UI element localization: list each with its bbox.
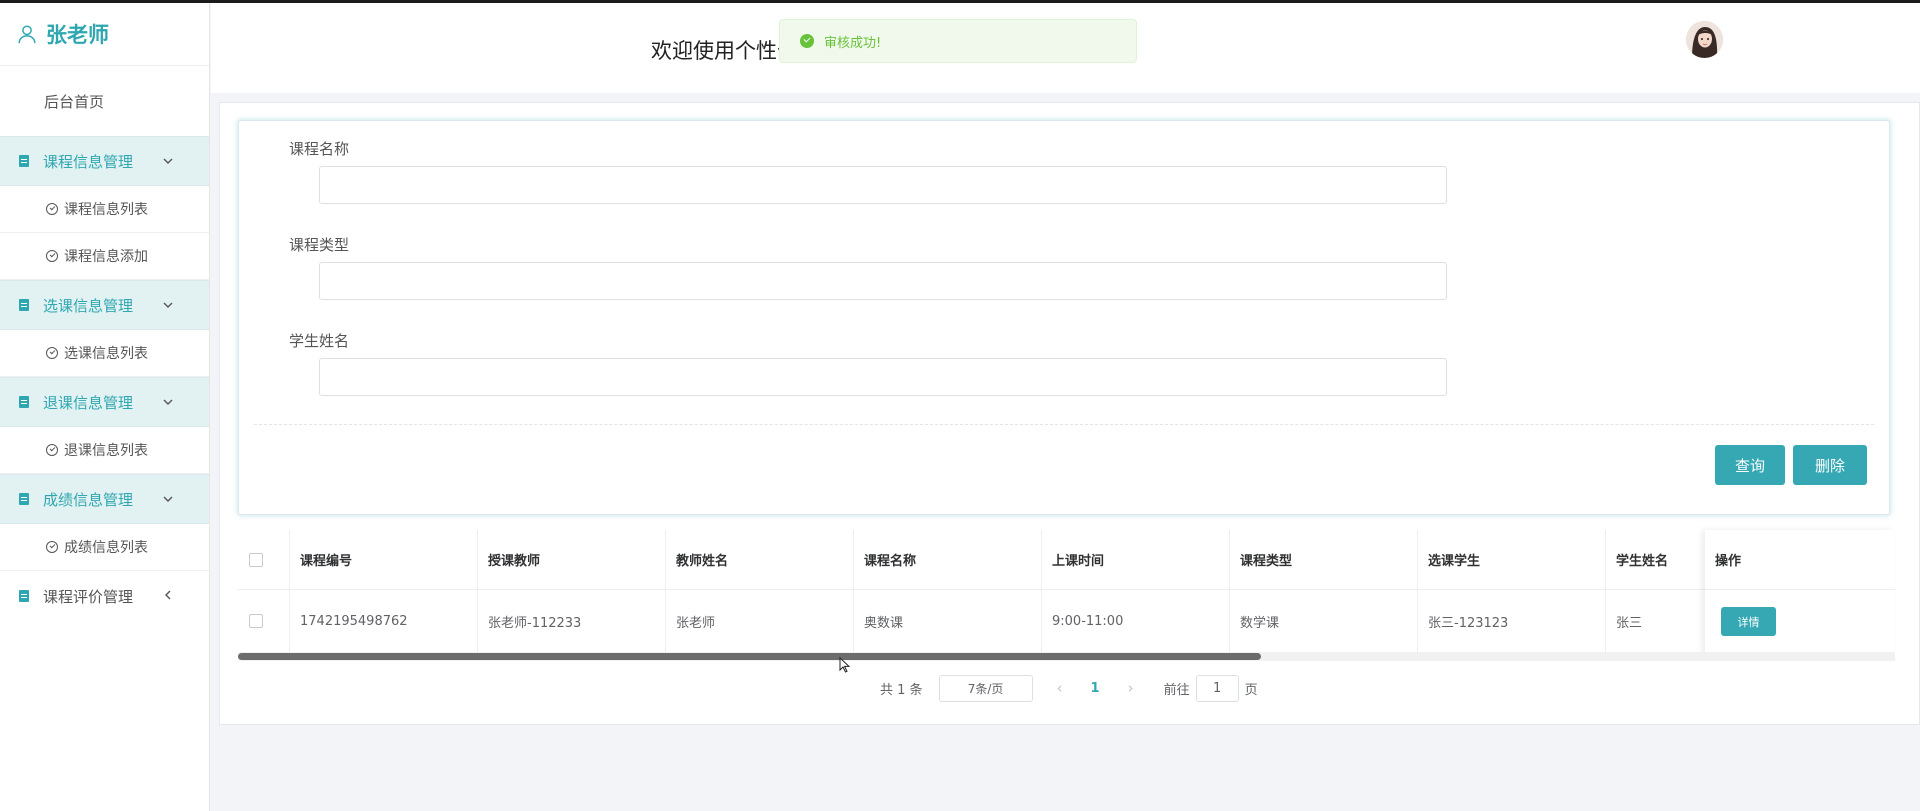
form-divider: [254, 424, 1874, 425]
prev-page-icon[interactable]: ‹: [1057, 679, 1063, 697]
horizontal-scrollbar[interactable]: [238, 652, 1895, 661]
sidebar-brand: 张老师: [0, 3, 209, 66]
table-header: 课程编号 授课教师 教师姓名 课程名称 上课时间 课程类型 选课学生 学生姓名: [238, 530, 1895, 590]
avatar[interactable]: [1686, 21, 1723, 58]
document-icon: [19, 155, 29, 167]
window-top-border: [0, 0, 1920, 3]
search-form: 课程名称 课程类型 学生姓名 查询 删除: [238, 120, 1890, 515]
column-header[interactable]: 授课教师: [478, 530, 666, 589]
sidebar-item-label: 课程信息添加: [64, 249, 148, 265]
course-type-input[interactable]: [319, 262, 1447, 300]
data-table: 课程编号 授课教师 教师姓名 课程名称 上课时间 课程类型 选课学生 学生姓名 …: [238, 530, 1895, 654]
delete-button[interactable]: 删除: [1793, 445, 1867, 485]
table-cell: 数学课: [1230, 590, 1418, 652]
table-cell: 奥数课: [854, 590, 1042, 652]
select-all-checkbox[interactable]: [249, 552, 263, 567]
sidebar-group-label: 选课信息管理: [43, 296, 134, 315]
chevron-down-icon: [163, 158, 173, 164]
main-panel: 课程名称 课程类型 学生姓名 查询 删除 课程编号 授课教师 教师姓名 课程名称…: [219, 102, 1920, 725]
document-icon: [19, 396, 29, 408]
sidebar: 张老师 后台首页 课程信息管理 课程信息列表 课程信息添加 选课信息管理 选课信…: [0, 3, 210, 811]
course-name-input[interactable]: [319, 166, 1447, 204]
column-header-actions: 操作: [1705, 530, 1895, 590]
sidebar-item-label: 成绩信息列表: [64, 540, 148, 556]
column-header[interactable]: 课程编号: [290, 530, 478, 589]
avatar-image: [1686, 21, 1723, 58]
goto-suffix: 页: [1244, 682, 1258, 698]
sidebar-item-label: 选课信息列表: [64, 346, 148, 362]
table-cell: 1742195498762: [290, 590, 478, 652]
success-check-icon: [800, 34, 814, 48]
column-header[interactable]: 教师姓名: [666, 530, 854, 589]
chevron-left-icon: [165, 590, 171, 600]
check-circle-icon: [46, 250, 58, 262]
goto-label: 前往: [1163, 682, 1190, 698]
course-name-label: 课程名称: [289, 140, 350, 158]
course-type-label: 课程类型: [289, 236, 350, 254]
sidebar-group-label: 成绩信息管理: [43, 490, 134, 509]
welcome-title: 欢迎使用个性化: [651, 39, 798, 63]
row-select-cell: [238, 590, 290, 652]
column-header[interactable]: 选课学生: [1418, 530, 1606, 589]
document-icon: [19, 590, 29, 602]
sidebar-item-label: 课程信息列表: [64, 202, 148, 218]
document-icon: [19, 493, 29, 505]
next-page-icon[interactable]: ›: [1128, 679, 1134, 697]
detail-button[interactable]: 详情: [1721, 607, 1776, 636]
table-cell: 张三-123123: [1418, 590, 1606, 652]
sidebar-item-drop-list[interactable]: 退课信息列表: [0, 427, 209, 474]
sidebar-group-label: 退课信息管理: [43, 393, 134, 412]
sidebar-item-course-list[interactable]: 课程信息列表: [0, 186, 209, 233]
table-row: 1742195498762 张老师-112233 张老师 奥数课 9:00-11…: [238, 590, 1895, 653]
chevron-down-icon: [163, 302, 173, 308]
pagination: 共 1 条 7条/页 ‹ 1 › 前往 1 页: [880, 674, 1258, 702]
toast-message: 审核成功!: [824, 35, 882, 51]
student-name-label: 学生姓名: [289, 332, 350, 350]
check-circle-icon: [46, 444, 58, 456]
sidebar-group-selection-info[interactable]: 选课信息管理: [0, 280, 209, 330]
check-circle-icon: [46, 541, 58, 553]
sidebar-item-label: 退课信息列表: [64, 443, 148, 459]
table-cell: 张老师: [666, 590, 854, 652]
page-number-current[interactable]: 1: [1091, 681, 1100, 696]
table-cell: 9:00-11:00: [1042, 590, 1230, 652]
sidebar-group-label: 课程信息管理: [43, 152, 134, 171]
select-all-cell: [238, 530, 290, 589]
table-cell: 张三: [1606, 590, 1706, 652]
sidebar-group-drop-info[interactable]: 退课信息管理: [0, 377, 209, 427]
pagination-total: 共 1 条: [880, 682, 923, 698]
fixed-action-column: 操作 详情: [1705, 530, 1895, 654]
sidebar-group-label: 课程评价管理: [43, 587, 134, 606]
sidebar-group-course-evaluation[interactable]: 课程评价管理: [0, 571, 209, 621]
sidebar-item-course-add[interactable]: 课程信息添加: [0, 233, 209, 280]
success-toast: 审核成功!: [779, 19, 1137, 63]
mouse-cursor-icon: [839, 657, 851, 673]
sidebar-group-grade-info[interactable]: 成绩信息管理: [0, 474, 209, 524]
row-checkbox[interactable]: [249, 614, 263, 628]
column-header[interactable]: 课程名称: [854, 530, 1042, 589]
user-name: 张老师: [46, 23, 109, 47]
student-name-input[interactable]: [319, 358, 1447, 396]
sidebar-item-home[interactable]: 后台首页: [0, 66, 209, 136]
scrollbar-thumb[interactable]: [238, 653, 1261, 660]
chevron-down-icon: [163, 496, 173, 502]
sidebar-item-grade-list[interactable]: 成绩信息列表: [0, 524, 209, 571]
table-cell: 张老师-112233: [478, 590, 666, 652]
goto-page-input[interactable]: 1: [1195, 674, 1239, 702]
chevron-down-icon: [163, 399, 173, 405]
check-circle-icon: [46, 203, 58, 215]
sidebar-group-course-info[interactable]: 课程信息管理: [0, 136, 209, 186]
page-size-select[interactable]: 7条/页: [938, 674, 1033, 702]
document-icon: [19, 299, 29, 311]
column-header[interactable]: 课程类型: [1230, 530, 1418, 589]
action-cell: 详情: [1705, 590, 1895, 653]
column-header[interactable]: 学生姓名: [1606, 530, 1706, 589]
query-button[interactable]: 查询: [1715, 445, 1785, 485]
check-circle-icon: [46, 347, 58, 359]
sidebar-item-selection-list[interactable]: 选课信息列表: [0, 330, 209, 377]
column-header[interactable]: 上课时间: [1042, 530, 1230, 589]
user-icon: [18, 25, 36, 44]
